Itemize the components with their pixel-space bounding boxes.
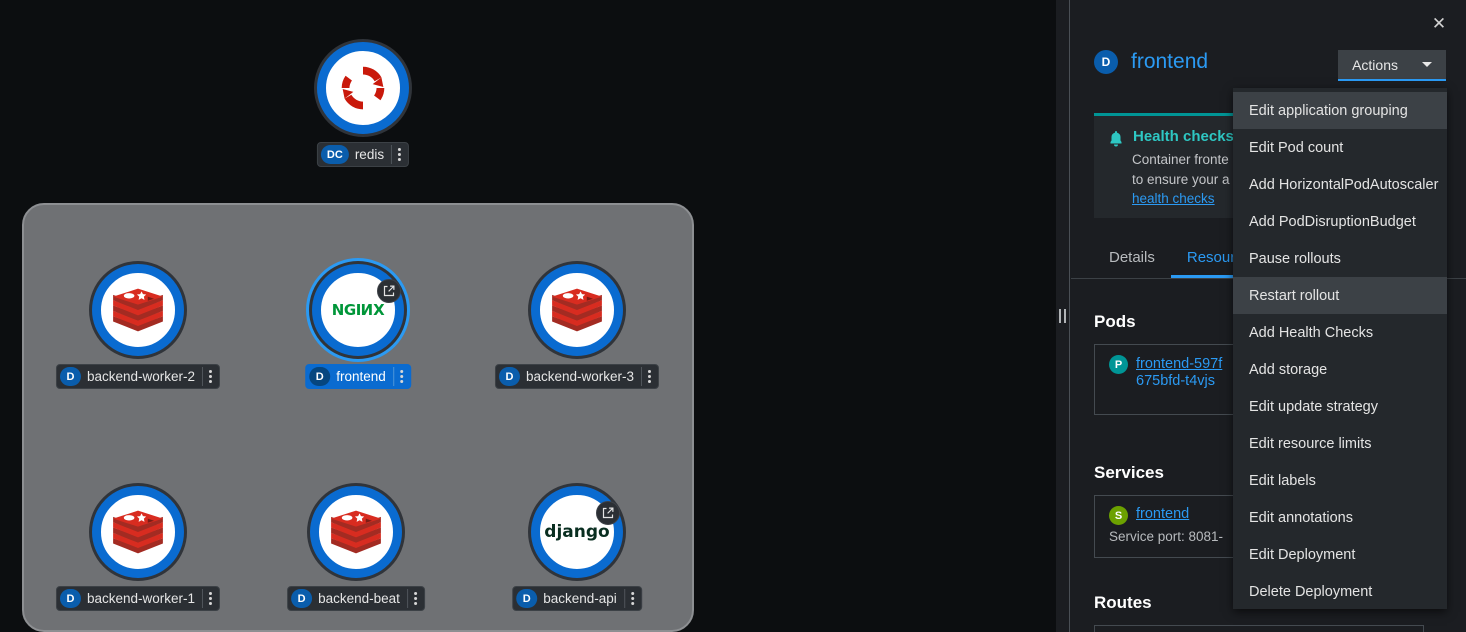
node-label[interactable]: DC redis [316,142,410,167]
pod-name-link-line-2[interactable]: 675bfd-t4vjs [1136,373,1222,389]
topology-page: DC redis D backend-worker-2 NGINX D fron… [0,0,1466,632]
menu-item-add-poddisruptionbudget[interactable]: Add PodDisruptionBudget [1233,203,1447,240]
menu-item-delete-deployment[interactable]: Delete Deployment [1233,573,1447,610]
node-icon-circle[interactable] [531,264,623,356]
node-label[interactable]: D backend-api [512,586,642,611]
menu-item-edit-pod-count[interactable]: Edit Pod count [1233,129,1447,166]
redis-icon [113,510,163,554]
node-icon-circle[interactable] [310,486,402,578]
node-icon-circle[interactable] [317,42,409,134]
menu-item-add-health-checks[interactable]: Add Health Checks [1233,314,1447,351]
page-title: frontend [1131,50,1209,73]
topology-canvas[interactable]: DC redis D backend-worker-2 NGINX D fron… [0,0,1069,632]
service-kind-badge: S [1109,506,1128,525]
node-label[interactable]: D backend-worker-3 [494,364,660,389]
node-label[interactable]: D backend-worker-2 [55,364,221,389]
menu-item-edit-labels[interactable]: Edit labels [1233,462,1447,499]
topology-node-backend-worker-1[interactable]: D backend-worker-1 [55,486,221,611]
deployment-kind-badge: D [1094,50,1118,74]
menu-item-edit-deployment[interactable]: Edit Deployment [1233,536,1447,573]
node-label[interactable]: D backend-beat [287,586,425,611]
menu-item-pause-rollouts[interactable]: Pause rollouts [1233,240,1447,277]
node-kind-badge: D [59,367,81,386]
menu-item-add-storage[interactable]: Add storage [1233,351,1447,388]
actions-button[interactable]: Actions [1338,50,1446,81]
node-kebab-menu-icon[interactable] [623,589,639,608]
node-icon-circle[interactable]: django [531,486,623,578]
topology-node-backend-beat[interactable]: D backend-beat [287,486,425,611]
node-label[interactable]: D frontend [305,364,411,389]
node-kind-badge: D [309,367,331,386]
node-name: backend-worker-1 [86,591,196,606]
node-name: backend-worker-2 [86,369,196,384]
redis-icon [113,288,163,332]
alert-title-text: Health checks [1133,128,1234,145]
menu-item-edit-resource-limits[interactable]: Edit resource limits [1233,425,1447,462]
topology-node-redis[interactable]: DC redis [313,42,413,167]
node-name: backend-api [543,591,617,606]
node-name: backend-beat [318,591,400,606]
node-kebab-menu-icon[interactable] [202,367,217,386]
topology-node-backend-worker-3[interactable]: D backend-worker-3 [494,264,660,389]
django-icon: django [544,522,610,542]
actions-button-label: Actions [1352,56,1398,73]
node-icon-circle[interactable] [92,486,184,578]
topology-node-backend-api[interactable]: django D backend-api [512,486,642,611]
health-checks-link[interactable]: health checks [1132,191,1215,206]
chevron-down-icon [1422,62,1432,67]
topology-node-frontend[interactable]: NGINX D frontend [305,264,411,389]
bell-icon [1110,131,1122,147]
menu-item-edit-application-grouping[interactable]: Edit application grouping [1233,92,1447,129]
pod-kind-badge: P [1109,355,1128,374]
node-kind-badge: D [516,589,538,608]
node-name: redis [354,147,385,162]
node-name: backend-worker-3 [525,369,635,384]
external-link-icon[interactable] [377,279,401,303]
actions-dropdown-menu[interactable]: Edit application grouping Edit Pod count… [1233,88,1447,609]
node-kind-badge: D [498,367,520,386]
node-kebab-menu-icon[interactable] [202,589,217,608]
node-label[interactable]: D backend-worker-1 [55,586,221,611]
redis-icon [552,288,602,332]
topology-node-backend-worker-2[interactable]: D backend-worker-2 [55,264,221,389]
pod-name-link-line-1[interactable]: frontend-597f [1136,356,1222,372]
node-kind-badge: DC [320,145,349,164]
node-kebab-menu-icon[interactable] [392,367,408,386]
menu-item-edit-annotations[interactable]: Edit annotations [1233,499,1447,536]
panel-resize-handle[interactable] [1056,0,1070,632]
node-kind-badge: D [291,589,313,608]
menu-item-add-horizontalpodautoscaler[interactable]: Add HorizontalPodAutoscaler [1233,166,1447,203]
node-name: frontend [336,369,386,384]
redis-icon [331,510,381,554]
service-name-link[interactable]: frontend [1136,506,1189,522]
menu-item-restart-rollout[interactable]: Restart rollout [1233,277,1447,314]
node-icon-circle[interactable]: NGINX [312,264,404,356]
deploymentconfig-icon [341,66,385,110]
node-kebab-menu-icon[interactable] [391,145,406,164]
tab-details[interactable]: Details [1093,239,1171,278]
menu-item-edit-update-strategy[interactable]: Edit update strategy [1233,388,1447,425]
node-icon-circle[interactable] [92,264,184,356]
close-icon[interactable]: ✕ [1426,11,1452,37]
node-kebab-menu-icon[interactable] [641,367,656,386]
route-card [1094,625,1424,632]
node-kind-badge: D [59,589,81,608]
external-link-icon[interactable] [596,501,620,525]
node-kebab-menu-icon[interactable] [406,589,422,608]
nginx-icon: NGINX [331,301,385,319]
